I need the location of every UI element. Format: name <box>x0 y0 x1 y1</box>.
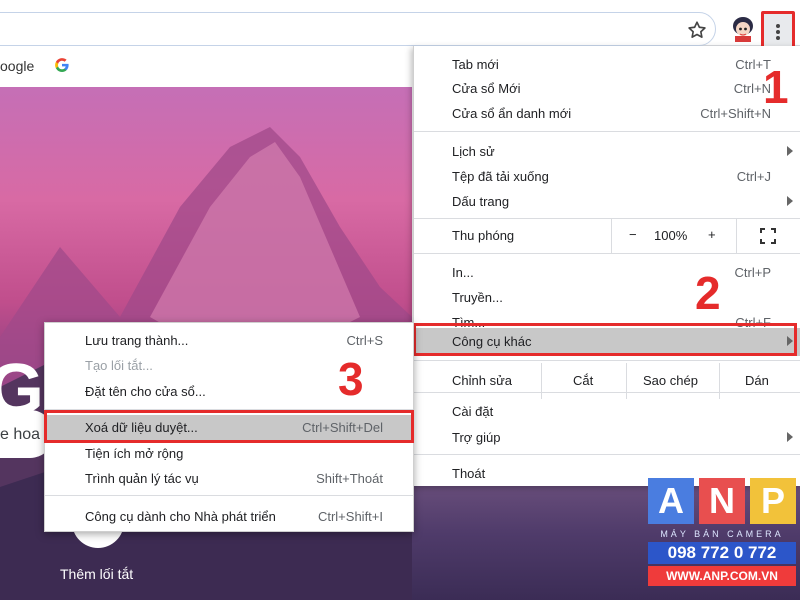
profile-avatar-icon[interactable] <box>731 16 755 42</box>
zoom-in-button[interactable]: + <box>708 227 716 242</box>
menu-item-cast[interactable]: Truyền... <box>414 285 800 311</box>
watermark-letter-a: A <box>648 478 694 524</box>
highlight-clear-browsing-data <box>44 410 414 443</box>
submenu-arrow-icon <box>787 432 793 442</box>
submenu-item-label: Trình quản lý tác vụ <box>85 471 199 486</box>
chrome-menu-button[interactable] <box>761 11 795 51</box>
menu-separator <box>414 392 800 393</box>
edit-divider <box>626 363 627 399</box>
google-g-icon <box>55 58 69 72</box>
submenu-item-save-page[interactable]: Lưu trang thành... Ctrl+S <box>45 328 413 354</box>
edit-divider <box>541 363 542 399</box>
address-bar[interactable] <box>0 12 716 46</box>
submenu-arrow-icon <box>787 196 793 206</box>
paste-button[interactable]: Dán <box>745 373 769 388</box>
menu-item-label: Dấu trang <box>452 194 510 209</box>
browser-toolbar <box>0 0 800 51</box>
watermark-tiles: A N P <box>648 478 796 526</box>
menu-item-new-tab[interactable]: Tab mới Ctrl+T <box>414 52 800 78</box>
menu-item-downloads[interactable]: Tệp đã tải xuống Ctrl+J <box>414 164 800 190</box>
menu-separator <box>414 218 800 219</box>
star-icon[interactable] <box>686 19 708 41</box>
submenu-arrow-icon <box>787 146 793 156</box>
menu-item-zoom: Thu phóng − 100% + <box>414 218 800 254</box>
menu-separator <box>414 454 800 455</box>
menu-item-label: Tệp đã tải xuống <box>452 169 549 184</box>
zoom-divider <box>736 218 737 254</box>
menu-item-label: Truyền... <box>452 290 503 305</box>
menu-item-label: Thoát <box>452 466 486 481</box>
menu-item-label: In... <box>452 265 474 280</box>
menu-item-new-window[interactable]: Cửa sổ Mới Ctrl+N <box>414 76 800 102</box>
kebab-menu-icon <box>776 24 780 40</box>
watermark-logo: A N P MÁY BÁN CAMERA 098 772 0 772 WWW.A… <box>648 478 796 588</box>
watermark-phone: 098 772 0 772 <box>648 542 796 564</box>
menu-item-label: Trợ giúp <box>452 430 501 445</box>
google-link-text[interactable]: oogle <box>0 58 34 74</box>
submenu-item-label: Tạo lối tắt... <box>85 358 153 373</box>
submenu-item-shortcut: Ctrl+S <box>346 333 383 348</box>
menu-item-label: Tab mới <box>452 57 499 72</box>
add-shortcut-label[interactable]: Thêm lối tắt <box>60 566 133 582</box>
menu-item-label: Chỉnh sửa <box>452 373 513 388</box>
submenu-item-developer-tools[interactable]: Công cụ dành cho Nhà phát triển Ctrl+Shi… <box>45 504 413 530</box>
menu-item-settings[interactable]: Cài đặt <box>414 399 800 425</box>
submenu-item-shortcut: Ctrl+Shift+I <box>317 509 383 524</box>
edit-divider <box>719 363 720 399</box>
watermark-letter-p: P <box>750 478 796 524</box>
chrome-main-menu: Tab mới Ctrl+T Cửa sổ Mới Ctrl+N Cửa sổ … <box>413 46 800 486</box>
menu-item-edit: Chỉnh sửa Cắt Sao chép Dán <box>414 363 800 399</box>
menu-item-shortcut: Ctrl+P <box>734 265 771 280</box>
menu-item-incognito[interactable]: Cửa sổ ẩn danh mới Ctrl+Shift+N <box>414 101 800 127</box>
menu-item-history[interactable]: Lịch sử <box>414 139 800 165</box>
menu-item-label: Lịch sử <box>452 144 495 159</box>
menu-separator <box>414 360 800 361</box>
menu-separator <box>414 253 800 254</box>
watermark-letter-n: N <box>699 478 745 524</box>
copy-button[interactable]: Sao chép <box>643 373 698 388</box>
submenu-item-task-manager[interactable]: Trình quản lý tác vụ Shift+Thoát <box>45 466 413 492</box>
menu-item-shortcut: Ctrl+Shift+N <box>700 106 771 121</box>
submenu-item-label: Công cụ dành cho Nhà phát triển <box>85 509 276 524</box>
menu-item-label: Cửa sổ Mới <box>452 81 521 96</box>
menu-item-print[interactable]: In... Ctrl+P <box>414 260 800 286</box>
fullscreen-icon[interactable] <box>760 228 776 244</box>
submenu-item-label: Lưu trang thành... <box>85 333 189 348</box>
menu-item-label: Cài đặt <box>452 404 494 419</box>
zoom-level: 100% <box>654 228 688 243</box>
step-number-1: 1 <box>763 61 789 113</box>
menu-item-bookmarks[interactable]: Dấu trang <box>414 189 800 215</box>
menu-separator <box>414 131 800 132</box>
submenu-item-extensions[interactable]: Tiện ích mở rộng <box>45 441 413 467</box>
step-number-3: 3 <box>338 353 364 405</box>
zoom-divider <box>611 218 612 254</box>
step-number-2: 2 <box>695 267 721 319</box>
menu-item-help[interactable]: Trợ giúp <box>414 425 800 451</box>
menu-item-label: Cửa sổ ẩn danh mới <box>452 106 572 121</box>
cut-button[interactable]: Cắt <box>573 373 593 388</box>
watermark-site: WWW.ANP.COM.VN <box>648 566 796 586</box>
menu-item-label: Thu phóng <box>452 228 515 243</box>
zoom-out-button[interactable]: − <box>629 227 637 242</box>
watermark-tagline: MÁY BÁN CAMERA <box>660 529 784 539</box>
menu-item-shortcut: Ctrl+J <box>736 169 771 184</box>
submenu-item-label: Đặt tên cho cửa sổ... <box>85 384 206 399</box>
submenu-item-shortcut: Shift+Thoát <box>316 471 383 486</box>
menu-separator <box>45 495 413 496</box>
highlight-more-tools <box>413 323 797 356</box>
search-placeholder: e hoa <box>0 426 41 443</box>
submenu-item-label: Tiện ích mở rộng <box>85 446 184 461</box>
